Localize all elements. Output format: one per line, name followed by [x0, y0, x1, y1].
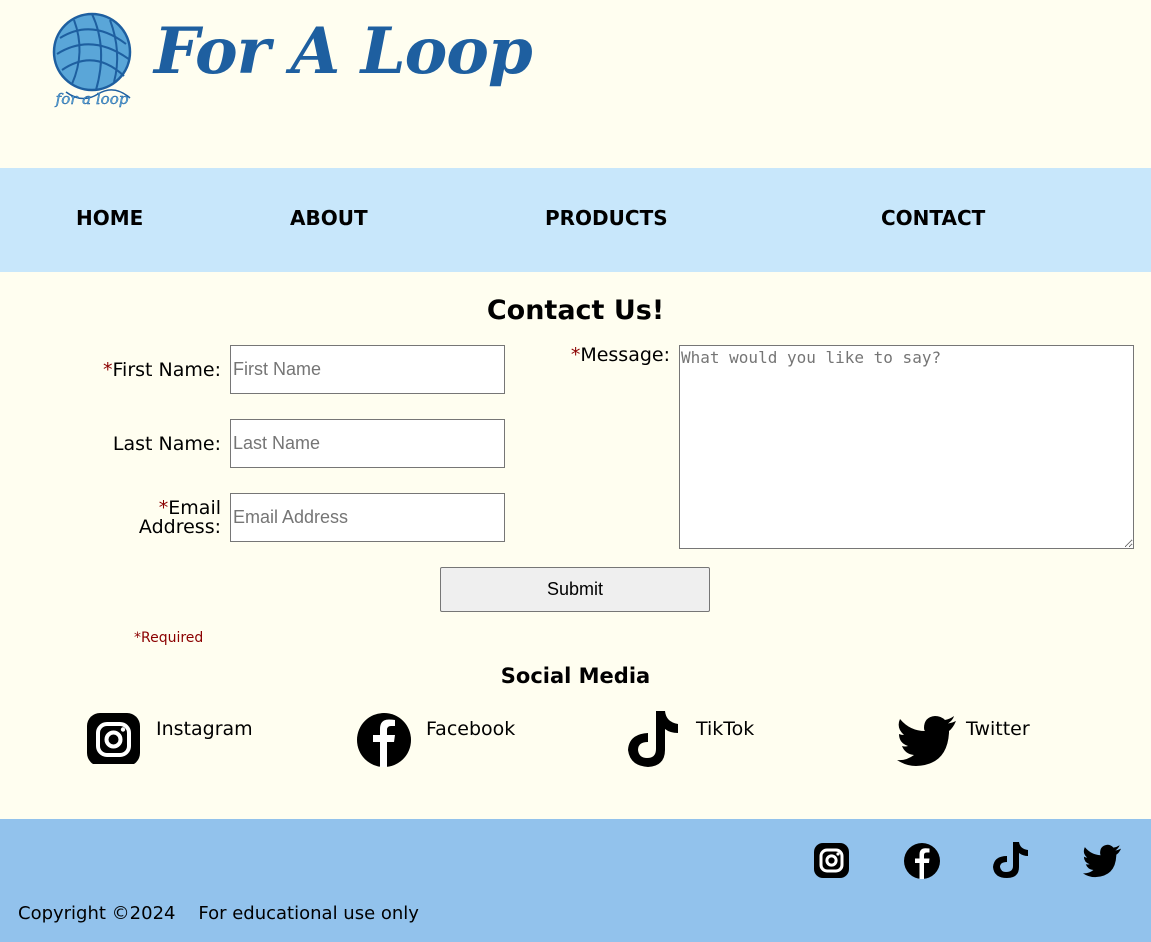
message-label: *Message: — [570, 344, 670, 366]
yarn-ball-logo-icon[interactable]: for a loop — [52, 8, 136, 110]
nav-contact[interactable]: CONTACT — [881, 206, 985, 230]
tiktok-icon — [628, 711, 678, 767]
required-marker: * — [570, 344, 581, 366]
social-label: Twitter — [966, 718, 1030, 740]
site-footer: Copyright ©2024 For educational use only — [0, 819, 1151, 942]
page-title: Contact Us! — [486, 295, 665, 326]
site-title: For A Loop — [154, 14, 533, 89]
nav-about[interactable]: ABOUT — [290, 206, 368, 230]
required-marker: * — [103, 359, 113, 381]
facebook-icon — [357, 713, 411, 767]
instagram-icon — [87, 713, 140, 764]
site-header: for a loop For A Loop — [0, 0, 1151, 168]
message-textarea[interactable] — [679, 345, 1134, 549]
first-name-input[interactable] — [230, 345, 505, 394]
logo-script: for a loop — [55, 90, 129, 108]
social-label: TikTok — [696, 718, 755, 740]
main-nav: HOME ABOUT PRODUCTS CONTACT — [0, 168, 1151, 272]
first-name-label: *First Name: — [103, 359, 221, 381]
disclaimer-text: For educational use only — [198, 903, 419, 924]
copyright-text: Copyright ©2024 For educational use only — [18, 903, 419, 924]
required-note: *Required — [134, 630, 204, 646]
instagram-icon[interactable] — [812, 840, 852, 880]
submit-button[interactable]: Submit — [440, 567, 710, 612]
social-media-title: Social Media — [500, 664, 651, 688]
nav-home[interactable]: HOME — [76, 206, 143, 230]
facebook-icon[interactable] — [902, 840, 942, 880]
tiktok-icon[interactable] — [992, 840, 1032, 880]
twitter-icon[interactable] — [1082, 840, 1122, 880]
last-name-input[interactable] — [230, 419, 505, 468]
email-label: *Email Address: — [138, 497, 221, 538]
twitter-icon — [897, 716, 956, 766]
last-name-label: Last Name: — [112, 433, 221, 455]
social-label: Instagram — [156, 718, 253, 740]
email-input[interactable] — [230, 493, 505, 542]
nav-products[interactable]: PRODUCTS — [545, 206, 668, 230]
social-label: Facebook — [426, 718, 516, 740]
